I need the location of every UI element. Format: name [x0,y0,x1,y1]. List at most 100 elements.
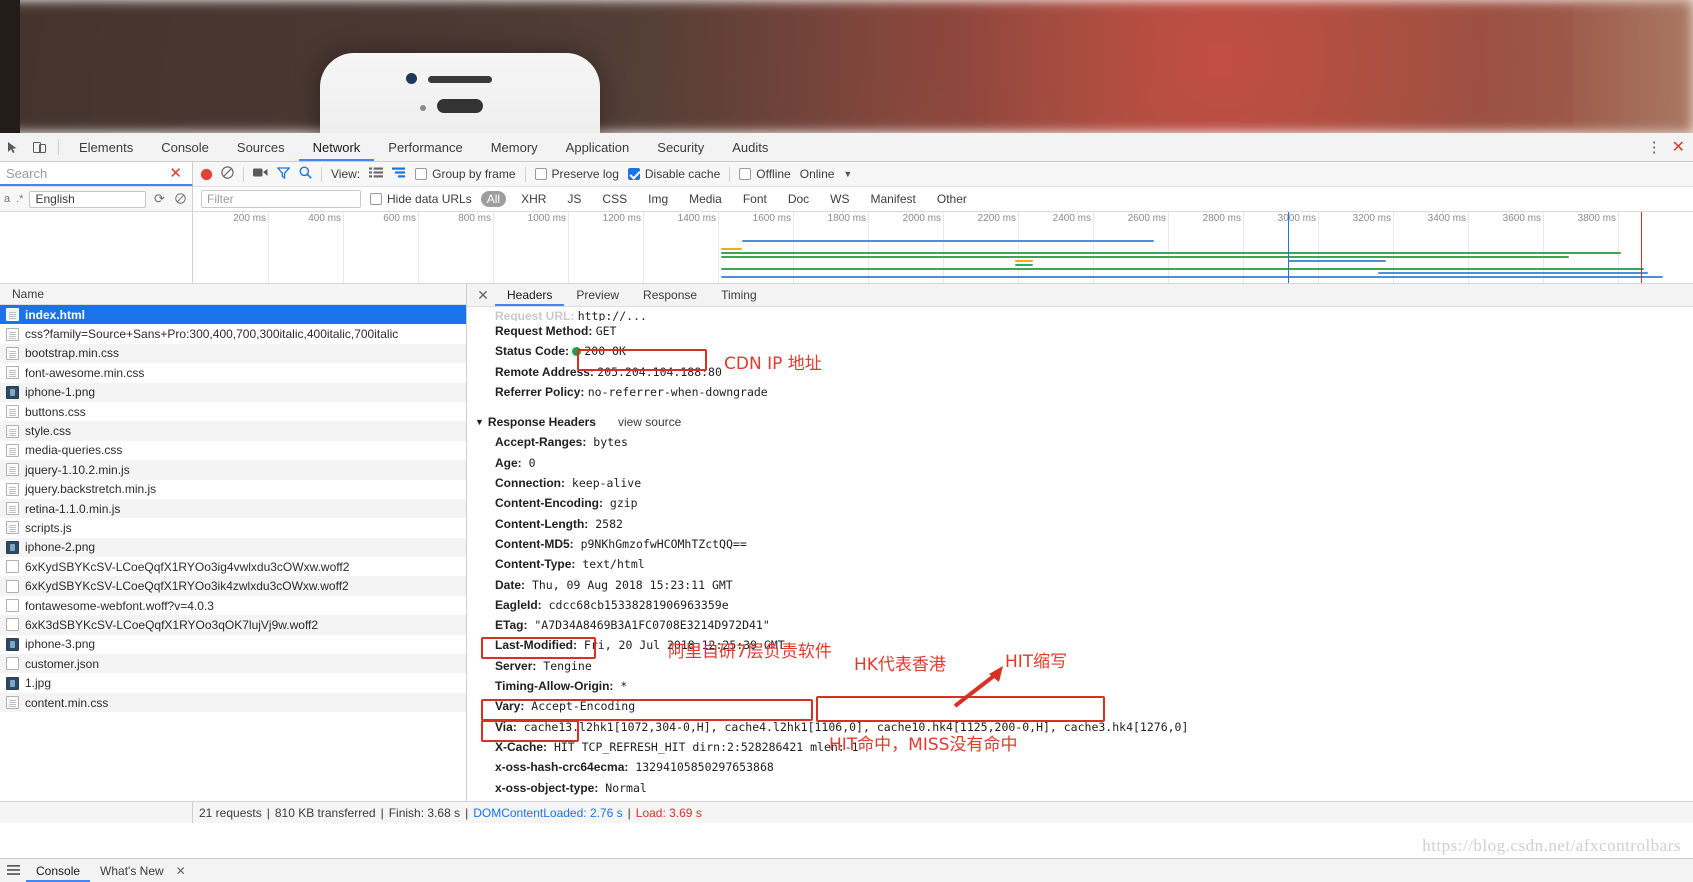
request-row[interactable]: iphone-2.png [0,537,466,558]
record-button[interactable] [201,168,212,180]
tab-response[interactable]: Response [631,284,709,306]
chevron-down-icon[interactable]: ▼ [475,412,484,432]
cursor-inspect-icon[interactable] [0,133,26,161]
tab-headers[interactable]: Headers [495,284,564,306]
tab-preview[interactable]: Preview [564,284,631,306]
disable-cache-box[interactable] [627,168,640,180]
tab-audits[interactable]: Audits [718,133,782,161]
drawer-tab-whats-new[interactable]: What's New [90,864,174,878]
overview-tick-label: 3200 ms [1352,213,1391,224]
filter-type-doc[interactable]: Doc [782,191,815,207]
preserve-log-box[interactable] [534,168,547,180]
response-headers-section-title[interactable]: ▼ Response Headers view source [475,412,1693,432]
filter-type-xhr[interactable]: XHR [515,191,552,207]
waterfall-view-icon[interactable] [392,167,406,181]
tab-memory[interactable]: Memory [477,133,552,161]
response-header-value: cdcc68cb15338281906963359e [541,597,729,612]
request-list[interactable]: index.html css?family=Source+Sans+Pro:300… [0,305,466,801]
stylesheet-icon [6,327,19,341]
clear-icon[interactable] [173,192,188,207]
more-vertical-icon[interactable]: ⋮ [1647,138,1662,156]
tab-console[interactable]: Console [147,133,223,161]
match-case-icon[interactable]: a [4,193,10,205]
filter-type-ws[interactable]: WS [824,191,855,207]
filter-input[interactable]: Filter [201,190,361,208]
throttling-select[interactable]: Online [800,167,835,181]
drawer-close-icon[interactable]: ✕ [176,864,186,878]
hide-data-urls-checkbox[interactable]: Hide data URLs [370,192,472,206]
filter-type-img[interactable]: Img [642,191,674,207]
request-row[interactable]: 6xKydSBYKcSV-LCoeQqfX1RYOo3ig4vwlxdu3cOW… [0,557,466,576]
request-row[interactable]: jquery-1.10.2.min.js [0,460,466,480]
list-view-icon[interactable] [369,167,384,181]
menu-icon[interactable] [0,864,26,878]
view-source-link[interactable]: view source [618,415,681,429]
offline-checkbox[interactable]: Offline [739,167,791,181]
close-icon[interactable]: ✕ [1672,137,1685,157]
request-row[interactable]: iphone-3.png [0,635,466,654]
request-row[interactable]: scripts.js [0,518,466,537]
request-row[interactable]: 1.jpg [0,673,466,692]
chevron-down-icon[interactable]: ▼ [843,169,852,179]
overview-tick-label: 2000 ms [902,213,941,224]
filter-type-all[interactable]: All [480,191,507,207]
request-row[interactable]: fontawesome-webfont.woff?v=4.0.3 [0,596,466,615]
preserve-log-checkbox[interactable]: Preserve log [534,167,619,181]
toolbar-divider-3 [524,166,526,182]
search-query-field[interactable]: English [29,190,146,208]
filter-type-font[interactable]: Font [737,191,773,207]
response-header-value: Normal [598,780,647,795]
response-header-key: x-oss-object-type: [495,780,599,795]
request-row[interactable]: style.css [0,421,466,441]
request-list-pane: Name index.html css?family=Source+Sans+Pr… [0,284,467,801]
tab-network[interactable]: Network [299,133,375,161]
tab-timing[interactable]: Timing [709,284,769,306]
request-row[interactable]: iphone-1.png [0,382,466,402]
response-header-key: Date: [495,577,526,592]
search-icon[interactable] [299,166,312,182]
request-row[interactable]: retina-1.1.0.min.js [0,498,466,519]
tab-elements[interactable]: Elements [65,133,147,161]
request-column-header[interactable]: Name [0,284,466,305]
request-row[interactable]: css?family=Source+Sans+Pro:300,400,700,3… [0,324,466,343]
filter-type-manifest[interactable]: Manifest [865,191,922,207]
group-by-frame-box[interactable] [415,168,428,180]
request-row[interactable]: content.min.css [0,692,466,713]
tab-performance[interactable]: Performance [374,133,476,161]
request-row[interactable]: bootstrap.min.css [0,343,466,364]
funnel-icon[interactable] [276,166,291,182]
status-requests: 21 requests [199,805,262,820]
search-input[interactable]: Search ✕ [0,162,193,186]
filter-type-other[interactable]: Other [931,191,973,207]
request-row[interactable]: font-awesome.min.css [0,363,466,382]
clear-button[interactable] [221,166,234,182]
tab-sources[interactable]: Sources [223,133,299,161]
request-row[interactable]: jquery.backstretch.min.js [0,480,466,499]
tab-application[interactable]: Application [552,133,644,161]
request-row[interactable]: 6xK3dSBYKcSV-LCoeQqfX1RYOo3qOK7lujVj9w.w… [0,615,466,635]
refresh-icon[interactable]: ⟳ [152,191,167,207]
filter-type-css[interactable]: CSS [596,191,633,207]
drawer-tab-console[interactable]: Console [26,859,90,882]
toolbar-row-search: Search ✕ View: Group by frame Preserve l… [0,162,1693,187]
camera-icon[interactable] [253,167,268,181]
request-row[interactable]: customer.json [0,654,466,674]
search-close-icon[interactable]: ✕ [165,164,186,182]
filter-type-js[interactable]: JS [561,191,587,207]
device-toggle-icon[interactable] [26,133,52,161]
hide-data-urls-box[interactable] [370,193,382,205]
filter-type-media[interactable]: Media [683,191,728,207]
regex-icon[interactable]: .* [16,193,23,205]
offline-box[interactable] [739,168,752,180]
group-by-frame-checkbox[interactable]: Group by frame [415,167,516,181]
response-header-row: Connection: keep-alive [485,473,1693,493]
request-row[interactable]: index.html [0,305,466,325]
request-row[interactable]: buttons.css [0,402,466,421]
request-row[interactable]: media-queries.css [0,441,466,460]
tab-security[interactable]: Security [643,133,718,161]
request-row[interactable]: 6xKydSBYKcSV-LCoeQqfX1RYOo3ik4zwlxdu3cOW… [0,576,466,596]
disable-cache-checkbox[interactable]: Disable cache [627,167,720,181]
overview-timeline[interactable]: 200 ms 400 ms 600 ms 800 ms 1000 ms 1200 ms 14… [193,212,1693,283]
detail-close-icon[interactable]: ✕ [471,287,495,304]
overview-bar [1015,260,1033,262]
